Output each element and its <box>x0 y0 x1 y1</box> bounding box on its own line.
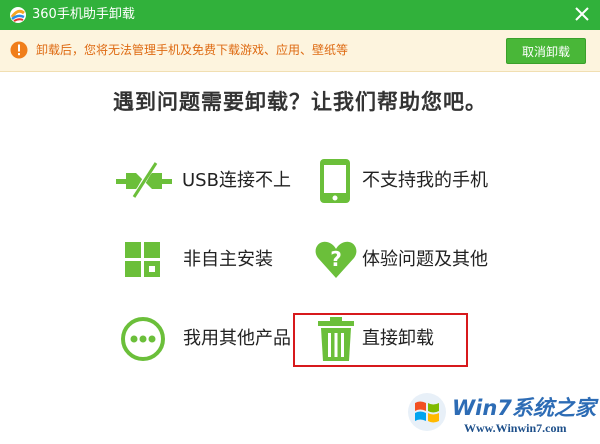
page-heading: 遇到问题需要卸载？让我们帮助您吧。 <box>113 90 487 114</box>
title-bar: 360手机助手卸载 <box>0 0 600 30</box>
option-label: 我用其他产品 <box>183 328 291 349</box>
window-title: 360手机助手卸载 <box>32 7 135 22</box>
option-label: USB连接不上 <box>182 170 291 191</box>
option-label: 体验问题及其他 <box>362 249 488 270</box>
watermark-url: Www.Winwin7.com <box>464 421 567 435</box>
app-logo-icon <box>10 7 26 23</box>
warning-icon <box>10 41 28 59</box>
windows-logo-icon <box>408 393 446 431</box>
highlight-box <box>293 313 468 367</box>
option-experience-issues[interactable]: ? 体验问题及其他 <box>314 236 504 284</box>
option-label: 非自主安装 <box>183 249 273 270</box>
heart-question-icon: ? <box>315 241 357 278</box>
option-label: 不支持我的手机 <box>362 170 488 191</box>
phone-icon <box>320 159 350 203</box>
close-icon[interactable] <box>572 4 592 24</box>
app-grid-icon <box>125 242 160 277</box>
option-use-other-product[interactable]: 我用其他产品 <box>119 315 299 363</box>
option-phone-unsupported[interactable]: 不支持我的手机 <box>318 157 498 205</box>
option-usb-connection[interactable]: USB连接不上 <box>114 157 294 205</box>
option-not-self-installed[interactable]: 非自主安装 <box>123 236 293 284</box>
usb-disconnected-icon <box>116 162 172 198</box>
cancel-uninstall-button[interactable]: 取消卸载 <box>506 38 586 64</box>
watermark: Win7系统之家 Www.Winwin7.com <box>400 388 600 444</box>
svg-text:?: ? <box>330 247 342 271</box>
warning-text: 卸载后，您将无法管理手机及免费下载游戏、应用、壁纸等 <box>36 43 349 57</box>
watermark-title: Win7系统之家 <box>452 396 596 420</box>
more-dots-icon <box>121 317 165 361</box>
